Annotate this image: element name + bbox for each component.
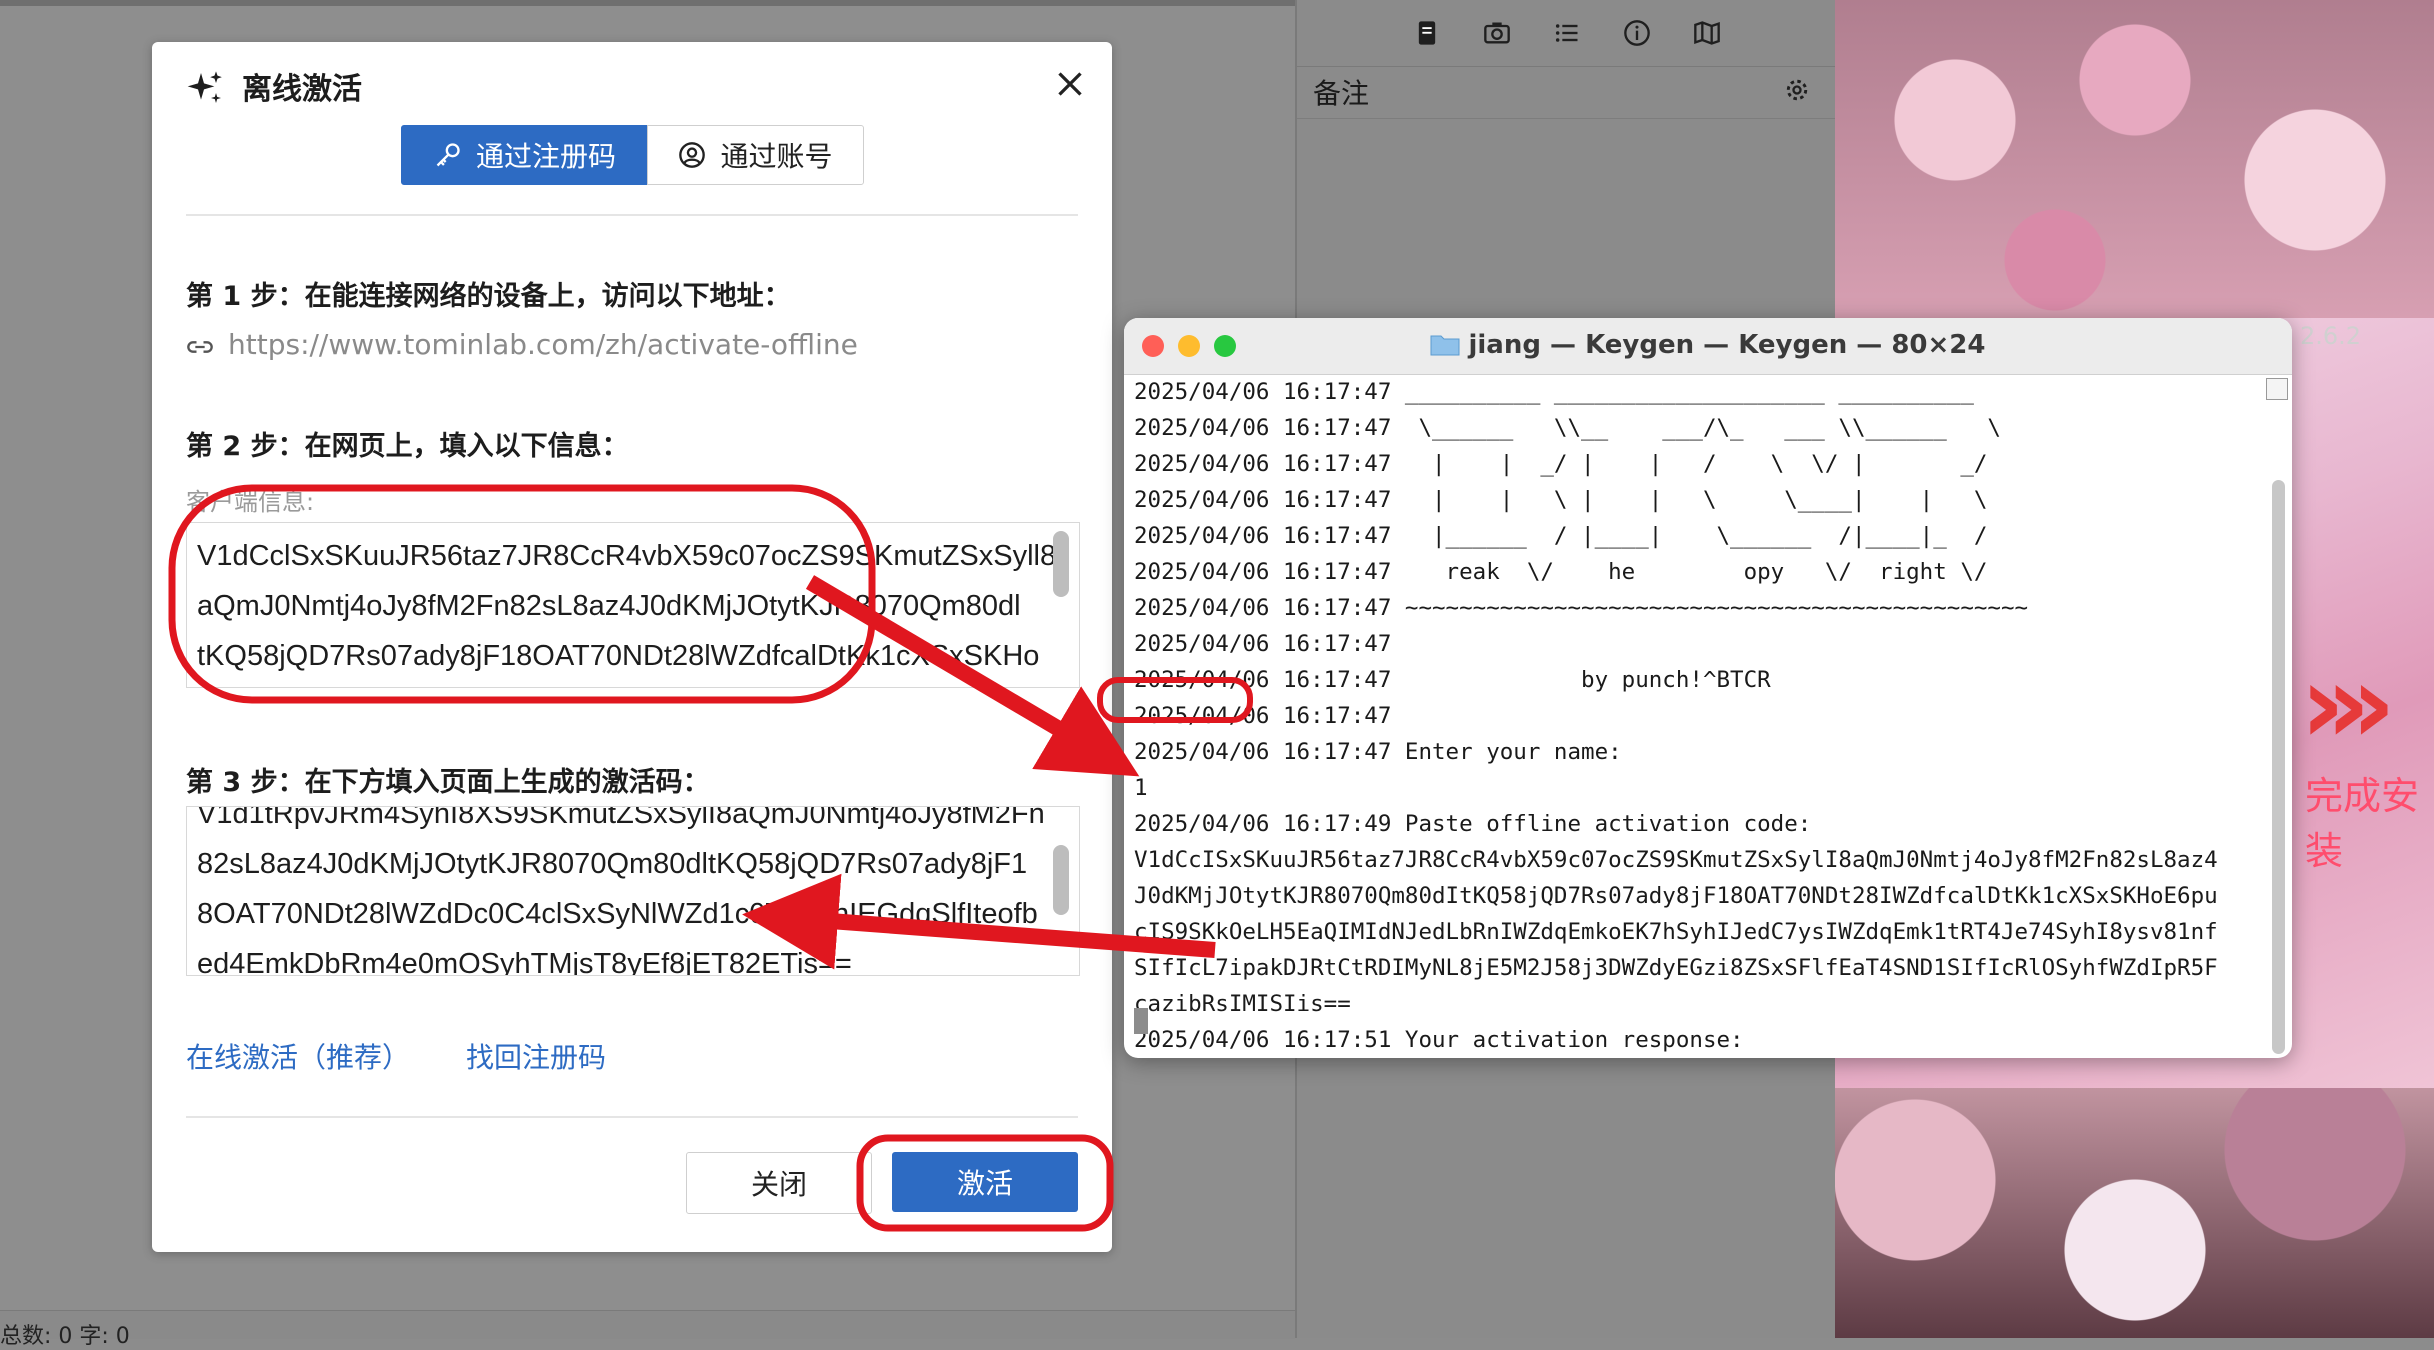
scrollbar-thumb[interactable] (1053, 845, 1069, 915)
online-activation-link[interactable]: 在线激活（推荐） (186, 1036, 410, 1076)
map-icon[interactable] (1693, 19, 1721, 47)
client-info-textarea[interactable]: V1dCclSxSKuuJR56taz7JR8CcR4vbX59c07ocZS9… (186, 522, 1080, 688)
terminal-line: 2025/04/06 16:17:47 reak \/ he opy \/ ri… (1134, 559, 1988, 585)
terminal-title: jiang — Keygen — Keygen — 80×24 (1468, 330, 1986, 360)
terminal-output[interactable]: 2025/04/06 16:17:47 __________ _________… (1134, 378, 2259, 1053)
close-icon[interactable] (1052, 66, 1088, 102)
find-registration-code-link[interactable]: 找回注册码 (466, 1036, 606, 1076)
terminal-line: SIfIcL7ipakDJRtCtRDIMyNL8jE5M2J58j3DWZdy… (1134, 955, 2218, 981)
terminal-line: 2025/04/06 16:17:47 ~~~~~~~~~~~~~~~~~~~~… (1134, 595, 2029, 621)
client-info-line: tKQ58jQD7Rs07ady8jF18OAT70NDt28lWZdfcalD… (197, 640, 1040, 672)
tab-via-account[interactable]: 通过账号 (647, 125, 864, 185)
sparkle-icon (187, 71, 222, 103)
dialog-title: 离线激活 (242, 72, 362, 107)
terminal-window: jiang — Keygen — Keygen — 80×24 2025/04/… (1124, 318, 2292, 1058)
list-icon[interactable] (1553, 19, 1581, 47)
terminal-line: 2025/04/06 16:17:51 Your activation resp… (1134, 1027, 1744, 1053)
activation-code-line: 82sL8az4J0dKMjJOtytKJR8070Qm80dltKQ58jQD… (197, 848, 1028, 880)
info-icon[interactable] (1623, 19, 1651, 47)
scrollbar-thumb[interactable] (1053, 531, 1069, 597)
installer-finish-button[interactable]: 完成安装 (2305, 765, 2434, 875)
document-icon[interactable] (1413, 19, 1441, 47)
client-info-line: aQmJ0Nmtj4oJy8fM2Fn82sL8az4J0dKMjJOtytKJ… (197, 590, 1021, 622)
activation-code-line: ed4EmkDbRm4e0mOSyhTMjsT8yEf8jET82ETis== (197, 948, 852, 976)
step-1-label: 第 1 步：在能连接网络的设备上，访问以下地址： (186, 281, 791, 312)
terminal-titlebar: jiang — Keygen — Keygen — 80×24 (1124, 318, 2292, 375)
terminal-line: 2025/04/06 16:17:47 Enter your name: (1134, 739, 1622, 765)
terminal-line: 2025/04/06 16:17:47 __________ _________… (1134, 379, 1974, 405)
terminal-line: V1dCcISxSKuuJR56taz7JR8CcR4vbX59c07ocZS9… (1134, 847, 2218, 873)
installer-version: 2.6.2 (2300, 322, 2362, 350)
footer-divider (186, 1116, 1078, 1118)
close-button[interactable]: 关闭 (686, 1152, 872, 1214)
installer-chevrons: ››› (2300, 640, 2396, 768)
activation-code-textarea[interactable]: V1d1tRpvJRm4SyhI8XS9SKmutZSxSylI8aQmJ0Nm… (186, 806, 1080, 976)
header-divider (186, 214, 1078, 216)
terminal-line: 1 (1134, 775, 1148, 801)
camera-icon[interactable] (1483, 19, 1511, 47)
terminal-line: 2025/04/06 16:17:47 \______ \\__ ___/\_ … (1134, 415, 2001, 441)
terminal-cursor (1134, 1008, 1148, 1034)
terminal-line: 2025/04/06 16:17:47 (1134, 631, 1392, 657)
terminal-line: 2025/04/06 16:17:49 Paste offline activa… (1134, 811, 1812, 837)
terminal-title-row: jiang — Keygen — Keygen — 80×24 (1124, 330, 2292, 360)
tab-via-registration-code[interactable]: 通过注册码 (401, 125, 649, 185)
terminal-scrollbar[interactable] (2272, 480, 2285, 1054)
activation-url[interactable]: https://www.tominlab.com/zh/activate-off… (228, 328, 858, 361)
step-2-label: 第 2 步：在网页上，填入以下信息： (186, 431, 629, 462)
terminal-line: 2025/04/06 16:17:47 by punch!^BTCR (1134, 667, 1771, 693)
status-bar (0, 1310, 1295, 1339)
terminal-split-button[interactable] (2266, 378, 2288, 400)
step-3-label: 第 3 步：在下方填入页面上生成的激活码： (186, 767, 710, 798)
tab-label: 通过账号 (720, 140, 833, 173)
notes-toolbar (1297, 0, 1837, 67)
terminal-line: J0dKMjJOtytKJR8070Qm80dItKQ58jQD7Rs07ady… (1134, 883, 2218, 909)
user-icon (679, 142, 706, 168)
activation-code-line: V1d1tRpvJRm4SyhI8XS9SKmutZSxSylI8aQmJ0Nm… (197, 806, 1045, 830)
client-info-line: V1dCclSxSKuuJR56taz7JR8CcR4vbX59c07ocZS9… (197, 540, 1057, 572)
status-text: 总数: 0 字: 0 (0, 1324, 130, 1349)
activate-button[interactable]: 激活 (892, 1152, 1078, 1212)
notes-header (1297, 68, 1837, 119)
folder-icon (1430, 335, 1460, 356)
key-icon (436, 143, 460, 167)
notes-title: 备注 (1313, 77, 1370, 110)
terminal-line: 2025/04/06 16:17:47 (1134, 703, 1392, 729)
editor-top-strip (0, 0, 1295, 6)
link-icon (187, 341, 213, 353)
activation-code-line: 8OAT70NDt28lWZdDc0C4clSxSyNlWZd1c0T4SyhI… (197, 898, 1038, 930)
terminal-line: 2025/04/06 16:17:47 | | \ | | \ \____| |… (1134, 487, 1988, 513)
terminal-line: 2025/04/06 16:17:47 |______ / |____| \__… (1134, 523, 1988, 549)
tab-label: 通过注册码 (475, 140, 616, 173)
terminal-line: cIS9SKkOeLH5EaQIMIdNJedLbRnIWZdqEmkoEK7h… (1134, 919, 2218, 945)
terminal-line: 2025/04/06 16:17:47 | | _/ | | / \ \/ | … (1134, 451, 1988, 477)
terminal-line: cazibRsIMISIis== (1134, 991, 1351, 1017)
gear-icon[interactable] (1783, 76, 1811, 104)
client-info-label: 客户端信息: (186, 488, 315, 516)
